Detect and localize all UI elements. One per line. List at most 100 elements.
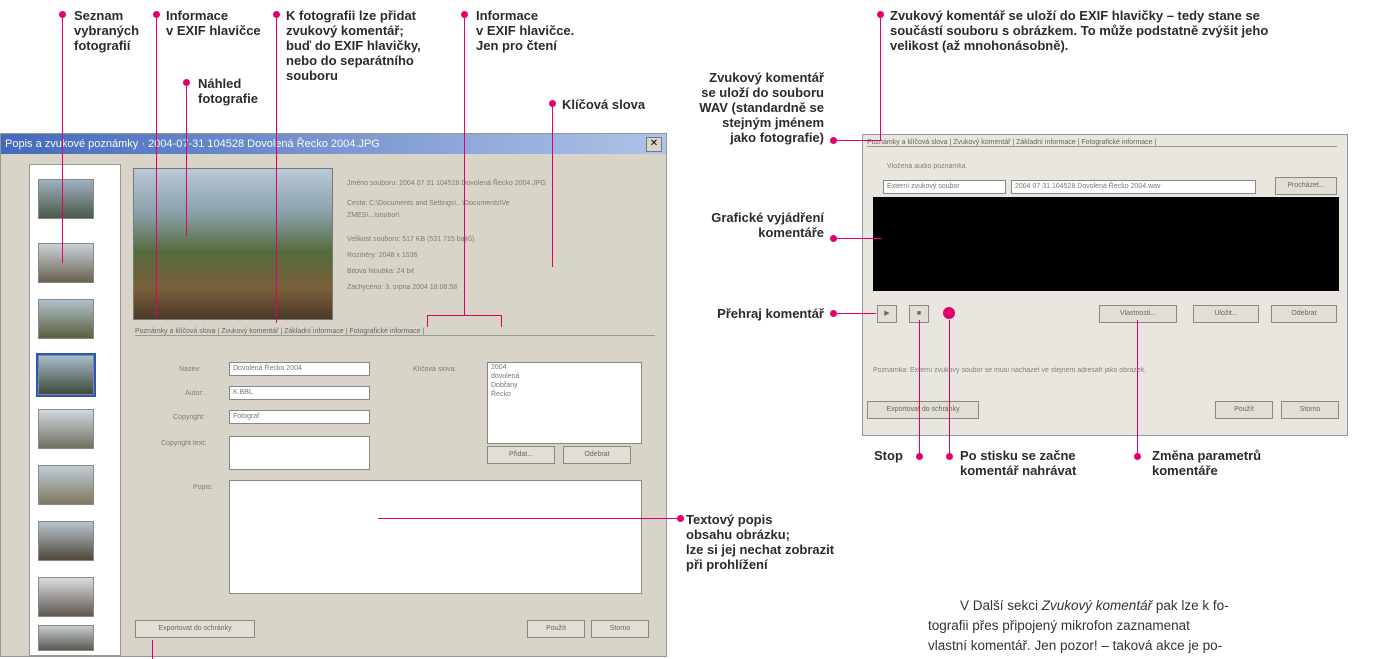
annotation-po-stisku: Po stisku se začne komentář nahrávat xyxy=(960,448,1077,478)
dialog-tabs[interactable]: Poznámky a klíčová slova | Zvukový komen… xyxy=(135,328,655,336)
callout-dot xyxy=(273,11,280,18)
callout-dot xyxy=(59,11,66,18)
cancel-button[interactable]: Storno xyxy=(591,620,649,638)
external-audio-path[interactable]: 2004 07 31 104528 Dovolená Řecko 2004.wa… xyxy=(1011,180,1256,194)
annotation-textovy-popis: Textový popis obsahu obrázku; lze si jej… xyxy=(686,512,835,572)
callout-dot xyxy=(183,79,190,86)
play-button[interactable]: ▶ xyxy=(877,305,897,323)
save-audio-button[interactable]: Uložit... xyxy=(1193,305,1259,323)
keyword-item[interactable]: Řecko xyxy=(491,390,641,399)
keywords-list[interactable]: 2004 dovolená Dobřany Řecko xyxy=(487,362,642,444)
annotation-nahled: Náhled fotografie xyxy=(198,76,258,106)
annotation-stop: Stop xyxy=(874,448,903,463)
exif-info-line: Cesta: C:\Documents and Settings\...\Doc… xyxy=(347,200,510,207)
exif-info-line: Rozměry: 2048 x 1536 xyxy=(347,252,418,259)
callout-line xyxy=(186,86,187,236)
callout-line xyxy=(836,140,882,141)
cancel-button[interactable]: Storno xyxy=(1281,401,1339,419)
article-emphasis: Zvukový komentář xyxy=(1041,598,1153,613)
annotation-klicova-slova: Klíčová slova xyxy=(562,97,646,112)
thumbnail[interactable] xyxy=(38,625,94,651)
callout-line xyxy=(501,315,502,327)
callout-line xyxy=(1137,320,1138,453)
article-text: tografii přes připojený mikrofon zazname… xyxy=(928,618,1190,633)
radio-external-audio[interactable]: Externí zvukový soubor xyxy=(883,180,1006,194)
exif-info-line: Jméno souboru: 2004 07 31 104528 Dovolen… xyxy=(347,180,546,187)
keyword-item[interactable]: 2004 xyxy=(491,363,641,372)
waveform-display xyxy=(873,197,1339,291)
thumbnail-list[interactable] xyxy=(29,164,121,656)
annotation-zvukovy-exif: Zvukový komentář se uloží do EXIF hlavič… xyxy=(890,8,1269,53)
export-clipboard-button[interactable]: Exportovat do schránky xyxy=(135,620,255,638)
annotation-zvukovy-wav: Zvukový komentář se uloží do souboru WAV… xyxy=(699,70,824,145)
thumbnail[interactable] xyxy=(38,577,94,617)
callout-dot xyxy=(461,11,468,18)
add-keyword-button[interactable]: Přidat... xyxy=(487,446,555,464)
callout-dot xyxy=(677,515,684,522)
annotation-exif-readonly: Informace v EXIF hlavičce. Jen pro čtení xyxy=(476,8,575,53)
callout-line xyxy=(156,18,157,318)
exif-info-line: Bitová hloubka: 24 bit xyxy=(347,268,414,275)
photo-description-dialog: Popis a zvukové poznámky · 2004-07-31 10… xyxy=(0,133,667,657)
article-paragraph: V Další sekci Zvukový komentář pak lze k… xyxy=(928,596,1396,656)
exif-info-line: Velikost souboru: 517 KB (531 715 bajtů) xyxy=(347,236,475,243)
apply-button[interactable]: Použít xyxy=(1215,401,1273,419)
thumbnail[interactable] xyxy=(38,179,94,219)
remove-keyword-button[interactable]: Odebrat xyxy=(563,446,631,464)
callout-line xyxy=(378,518,678,519)
callout-line xyxy=(62,18,63,263)
annotation-prehraj: Přehraj komentář xyxy=(717,306,824,321)
article-text: V Další sekci xyxy=(960,598,1042,613)
record-button[interactable] xyxy=(943,307,955,319)
keyword-item[interactable]: dovolená xyxy=(491,372,641,381)
callout-line xyxy=(880,18,881,140)
annotation-graficke: Grafické vyjádření komentáře xyxy=(711,210,824,240)
annotation-seznam: Seznam vybraných fotografií xyxy=(74,8,140,53)
remove-audio-button[interactable]: Odebrat xyxy=(1271,305,1337,323)
annotation-exif-info: Informace v EXIF hlavičce xyxy=(166,8,261,38)
callout-dot xyxy=(153,11,160,18)
audio-comment-panel: Poznámky a klíčová slova | Zvukový komen… xyxy=(862,134,1348,436)
label-popis: Popis: xyxy=(193,484,213,491)
label-nazev: Název: xyxy=(179,366,201,373)
exif-info-line: ZMES\...\soubor\ xyxy=(347,212,400,219)
callout-line xyxy=(152,640,153,659)
audio-note: Poznámka: Externí zvukový soubor se musí… xyxy=(873,367,1147,374)
apply-button[interactable]: Použít xyxy=(527,620,585,638)
thumbnail[interactable] xyxy=(38,521,94,561)
callout-line xyxy=(949,320,950,453)
callout-line xyxy=(552,107,553,267)
thumbnail[interactable] xyxy=(38,299,94,339)
callout-line xyxy=(836,238,882,239)
export-clipboard-button[interactable]: Exportovat do schránky xyxy=(867,401,979,419)
label-autor: Autor: xyxy=(185,390,204,397)
thumbnail[interactable] xyxy=(38,465,94,505)
label-keywords: Klíčová slova: xyxy=(413,366,457,373)
callout-dot xyxy=(916,453,923,460)
callout-line xyxy=(919,320,920,453)
copyright-select[interactable]: Fotograf xyxy=(229,410,370,424)
copyright-text-field[interactable] xyxy=(229,436,370,470)
dialog-tabs[interactable]: Poznámky a klíčová slova | Zvukový komen… xyxy=(867,139,1337,147)
thumbnail[interactable] xyxy=(38,409,94,449)
callout-line xyxy=(836,313,876,314)
label-copyright-text: Copyright text: xyxy=(161,440,207,447)
title-field[interactable]: Dovolená Řecko 2004 xyxy=(229,362,370,376)
callout-dot xyxy=(877,11,884,18)
article-text: vlastní komentář. Jen pozor! – taková ak… xyxy=(928,638,1223,653)
annotation-zmena: Změna parametrů komentáře xyxy=(1152,448,1262,478)
properties-button[interactable]: Vlastnosti... xyxy=(1099,305,1177,323)
callout-line xyxy=(427,315,502,316)
author-field[interactable]: K.BBL xyxy=(229,386,370,400)
radio-internal-audio[interactable]: Vložená audio poznámka xyxy=(887,163,966,170)
keyword-item[interactable]: Dobřany xyxy=(491,381,641,390)
callout-line xyxy=(276,18,277,323)
thumbnail[interactable] xyxy=(38,243,94,283)
photo-preview xyxy=(133,168,333,320)
browse-button[interactable]: Procházet... xyxy=(1275,177,1337,195)
callout-dot xyxy=(549,100,556,107)
thumbnail-selected[interactable] xyxy=(36,353,96,397)
description-field[interactable] xyxy=(229,480,642,594)
label-copyright: Copyright: xyxy=(173,414,205,421)
annotation-zvukovy-pridat: K fotografii lze přidat zvukový komentář… xyxy=(286,8,421,83)
